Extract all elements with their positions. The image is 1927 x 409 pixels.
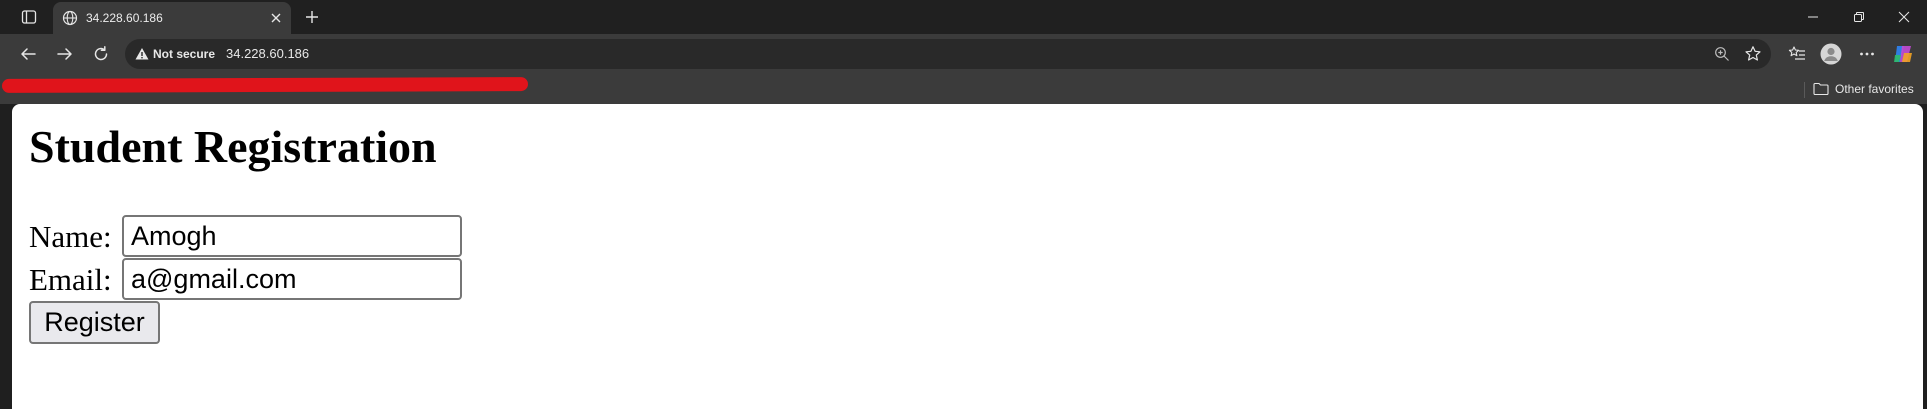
tab-close-button[interactable] (267, 9, 285, 27)
window-close-button[interactable] (1881, 0, 1927, 34)
star-icon (1745, 46, 1761, 61)
warning-icon (135, 48, 149, 60)
profile-button[interactable] (1820, 43, 1842, 65)
navigation-toolbar: Not secure 34.228.60.186 (0, 34, 1927, 74)
register-button[interactable]: Register (29, 301, 160, 344)
restore-icon (1854, 12, 1864, 22)
tab-strip: 34.228.60.186 (0, 0, 1927, 34)
settings-more-button[interactable] (1856, 43, 1878, 65)
back-button[interactable] (16, 42, 40, 66)
page-title: Student Registration (29, 121, 437, 172)
add-favorite-button[interactable] (1744, 45, 1762, 63)
more-horizontal-icon (1860, 52, 1874, 56)
security-status-label[interactable]: Not secure (153, 46, 215, 62)
name-input[interactable] (122, 215, 462, 257)
other-favorites-button[interactable]: Other favorites (1813, 80, 1914, 98)
email-input[interactable] (122, 258, 462, 300)
folder-icon (1813, 82, 1829, 96)
name-label: Name: (29, 219, 112, 254)
avatar-icon (1820, 43, 1842, 65)
copilot-button[interactable] (1892, 43, 1914, 65)
favorites-list-icon (1788, 46, 1805, 60)
tab-actions-icon (21, 10, 37, 24)
page-viewport: Student Registration Name: Email: Regist… (12, 104, 1923, 409)
arrow-left-icon (21, 48, 36, 60)
forward-button[interactable] (53, 42, 77, 66)
globe-icon (62, 10, 78, 26)
tab-actions-menu-button[interactable] (18, 6, 40, 28)
active-tab[interactable]: 34.228.60.186 (53, 2, 291, 34)
close-icon (271, 13, 281, 23)
zoom-button[interactable] (1713, 45, 1731, 63)
browser-window: 34.228.60.186 Not secure 34.228.60.186 O… (0, 0, 1927, 409)
email-label: Email: (29, 262, 112, 297)
minimize-icon (1808, 16, 1818, 18)
new-tab-button[interactable] (301, 6, 323, 28)
minimize-button[interactable] (1790, 0, 1836, 34)
zoom-in-icon (1715, 47, 1729, 61)
close-icon (1898, 11, 1910, 23)
redaction-mark (1, 77, 529, 93)
reload-button[interactable] (89, 42, 113, 66)
refresh-icon (94, 46, 108, 61)
address-bar[interactable]: Not secure 34.228.60.186 (125, 39, 1771, 69)
favorites-divider (1804, 82, 1805, 98)
url-text[interactable]: 34.228.60.186 (226, 46, 309, 62)
plus-icon (306, 11, 318, 23)
copilot-icon (1894, 46, 1912, 62)
arrow-right-icon (57, 48, 72, 60)
other-favorites-label: Other favorites (1835, 82, 1914, 96)
tab-title: 34.228.60.186 (86, 11, 163, 25)
favorites-button[interactable] (1786, 43, 1808, 65)
restore-button[interactable] (1836, 0, 1882, 34)
